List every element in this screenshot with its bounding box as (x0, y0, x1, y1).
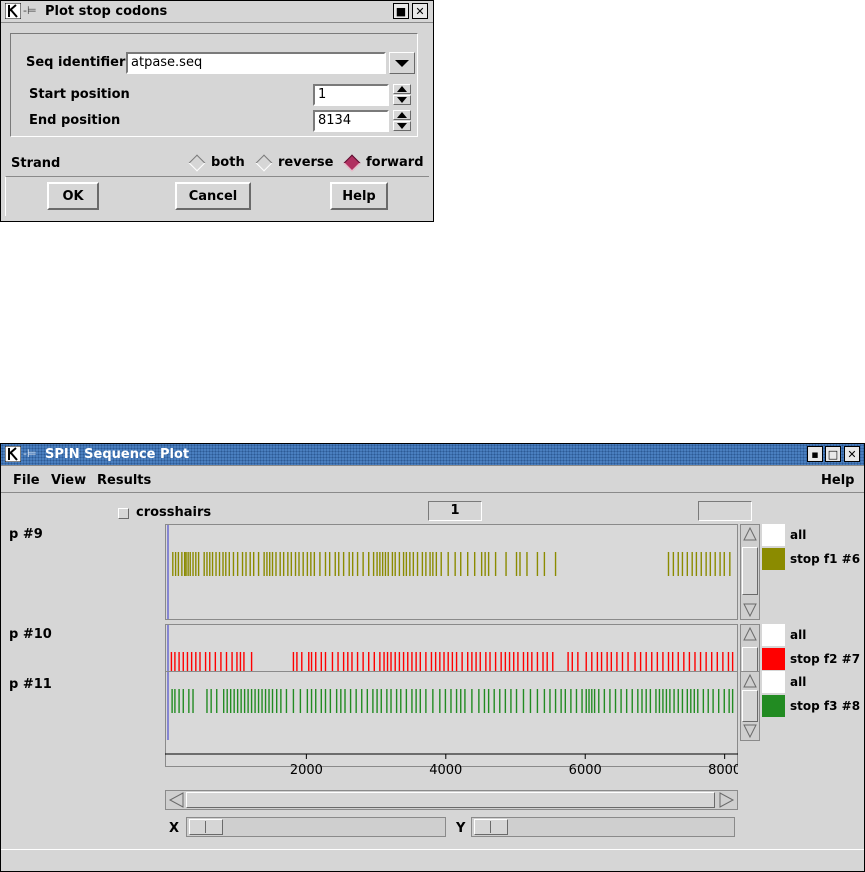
scroll-down-icon[interactable] (742, 723, 758, 739)
x-zoom-label: X (169, 821, 180, 836)
y-zoom-handle[interactable] (474, 819, 508, 835)
legend-swatch-all-f1 (762, 524, 785, 546)
maximize-button[interactable]: □ (825, 446, 841, 462)
scroll-up-icon[interactable] (742, 626, 758, 642)
plot-window-titlebar[interactable]: -⊨ SPIN Sequence Plot ▪ □ ✕ (1, 444, 864, 466)
start-decrement-button[interactable] (393, 95, 411, 105)
arrow-up-icon (397, 86, 407, 92)
scroll-thumb[interactable] (742, 547, 758, 595)
scroll-up-icon[interactable] (742, 526, 758, 542)
strand-forward-radio[interactable] (343, 154, 361, 172)
strand-forward-label[interactable]: forward (366, 155, 424, 171)
crosshairs-label[interactable]: crosshairs (136, 505, 211, 521)
status-bar (1, 849, 864, 871)
legend-all-f1: all (790, 528, 807, 542)
menu-bar: File View Results Help (1, 467, 864, 493)
spin-sequence-plot-window: -⊨ SPIN Sequence Plot ▪ □ ✕ File View Re… (0, 443, 865, 872)
scroll-left-icon[interactable] (167, 791, 185, 809)
menu-file[interactable]: File (13, 473, 40, 489)
legend-series-f3: stop f3 #8 (790, 699, 861, 713)
seq-identifier-label: Seq identifier (26, 55, 126, 70)
menu-view[interactable]: View (51, 473, 86, 489)
legend-all-f3: all (790, 675, 807, 689)
legend-swatch-f1 (762, 548, 785, 570)
chevron-down-icon (395, 60, 409, 67)
start-position-input[interactable]: 1 (313, 84, 389, 106)
y-zoom-label: Y (456, 821, 466, 836)
scroll-down-icon[interactable] (742, 602, 758, 618)
menu-results[interactable]: Results (97, 473, 151, 489)
menu-help[interactable]: Help (821, 473, 854, 489)
seq-identifier-dropdown-button[interactable] (389, 52, 415, 74)
position-readout: 1 (428, 501, 482, 521)
arrow-down-icon (397, 97, 407, 103)
legend-swatch-f2 (762, 648, 785, 670)
arrow-up-icon (397, 112, 407, 118)
minimize-button[interactable]: ▪ (807, 446, 823, 462)
plot-label-p10: p #10 (9, 627, 52, 642)
stop-codon-track-f1 (167, 525, 731, 619)
value-readout (698, 501, 752, 521)
start-position-spinner[interactable] (393, 84, 411, 106)
x-zoom-slider[interactable] (186, 817, 446, 837)
end-increment-button[interactable] (393, 110, 411, 120)
x-scroll-thumb[interactable] (186, 792, 715, 808)
stop-codon-track-f3 (167, 672, 734, 740)
strand-reverse-label[interactable]: reverse (278, 155, 334, 171)
start-position-label: Start position (29, 87, 130, 102)
legend-swatch-all-f3 (762, 671, 785, 693)
x-zoom-handle[interactable] (189, 819, 223, 835)
end-decrement-button[interactable] (393, 121, 411, 131)
close-button[interactable]: ✕ (844, 446, 860, 462)
pin-icon[interactable]: -⊨ (23, 5, 37, 17)
dialog-titlebar[interactable]: -⊨ Plot stop codons ■ ✕ (1, 1, 433, 23)
x-tick-label: 8000 (708, 763, 738, 778)
plot-window-title: SPIN Sequence Plot (45, 447, 190, 462)
seq-identifier-input[interactable]: atpase.seq (126, 52, 386, 74)
end-position-spinner[interactable] (393, 110, 411, 132)
plot-label-p11: p #11 (9, 677, 52, 692)
strand-both-radio[interactable] (188, 154, 206, 172)
strand-reverse-radio[interactable] (255, 154, 273, 172)
ok-button[interactable]: OK (47, 182, 99, 210)
pin-icon[interactable]: -⊨ (23, 448, 37, 460)
scroll-up-icon[interactable] (742, 673, 758, 689)
plot-label-p9: p #9 (9, 527, 43, 542)
x-tick-label: 4000 (429, 763, 462, 778)
strand-both-label[interactable]: both (211, 155, 245, 171)
legend-swatch-f3 (762, 695, 785, 717)
kde-logo-icon[interactable] (5, 3, 21, 19)
cancel-button[interactable]: Cancel (175, 182, 251, 210)
x-tick-label: 2000 (290, 763, 323, 778)
legend-swatch-all-f2 (762, 624, 785, 646)
legend-series-f2: stop f2 #7 (790, 652, 861, 666)
arrow-down-icon (397, 123, 407, 129)
legend-all-f2: all (790, 628, 807, 642)
kde-logo-icon[interactable] (5, 446, 21, 462)
scroll-thumb[interactable] (742, 690, 758, 722)
dialog-title: Plot stop codons (45, 4, 168, 19)
y-zoom-slider[interactable] (471, 817, 735, 837)
x-axis: 2000 4000 6000 8000 (165, 753, 738, 778)
start-increment-button[interactable] (393, 84, 411, 94)
x-scrollbar[interactable] (165, 790, 738, 810)
plot-vscroll-f3[interactable] (740, 671, 760, 741)
plot-vscroll-f1[interactable] (740, 524, 760, 620)
strand-label: Strand (11, 156, 61, 171)
crosshairs-checkbox[interactable] (118, 508, 129, 519)
help-button[interactable]: Help (330, 182, 388, 210)
end-position-label: End position (29, 113, 121, 128)
close-button[interactable]: ✕ (412, 3, 428, 19)
end-position-input[interactable]: 8134 (313, 110, 389, 132)
plot-panel-f1[interactable] (165, 524, 738, 620)
legend-series-f1: stop f1 #6 (790, 552, 861, 566)
x-tick-label: 6000 (569, 763, 602, 778)
maximize-button[interactable]: ■ (393, 3, 409, 19)
scroll-right-icon[interactable] (718, 791, 736, 809)
plot-stop-codons-dialog: -⊨ Plot stop codons ■ ✕ Seq identifier a… (0, 0, 434, 222)
